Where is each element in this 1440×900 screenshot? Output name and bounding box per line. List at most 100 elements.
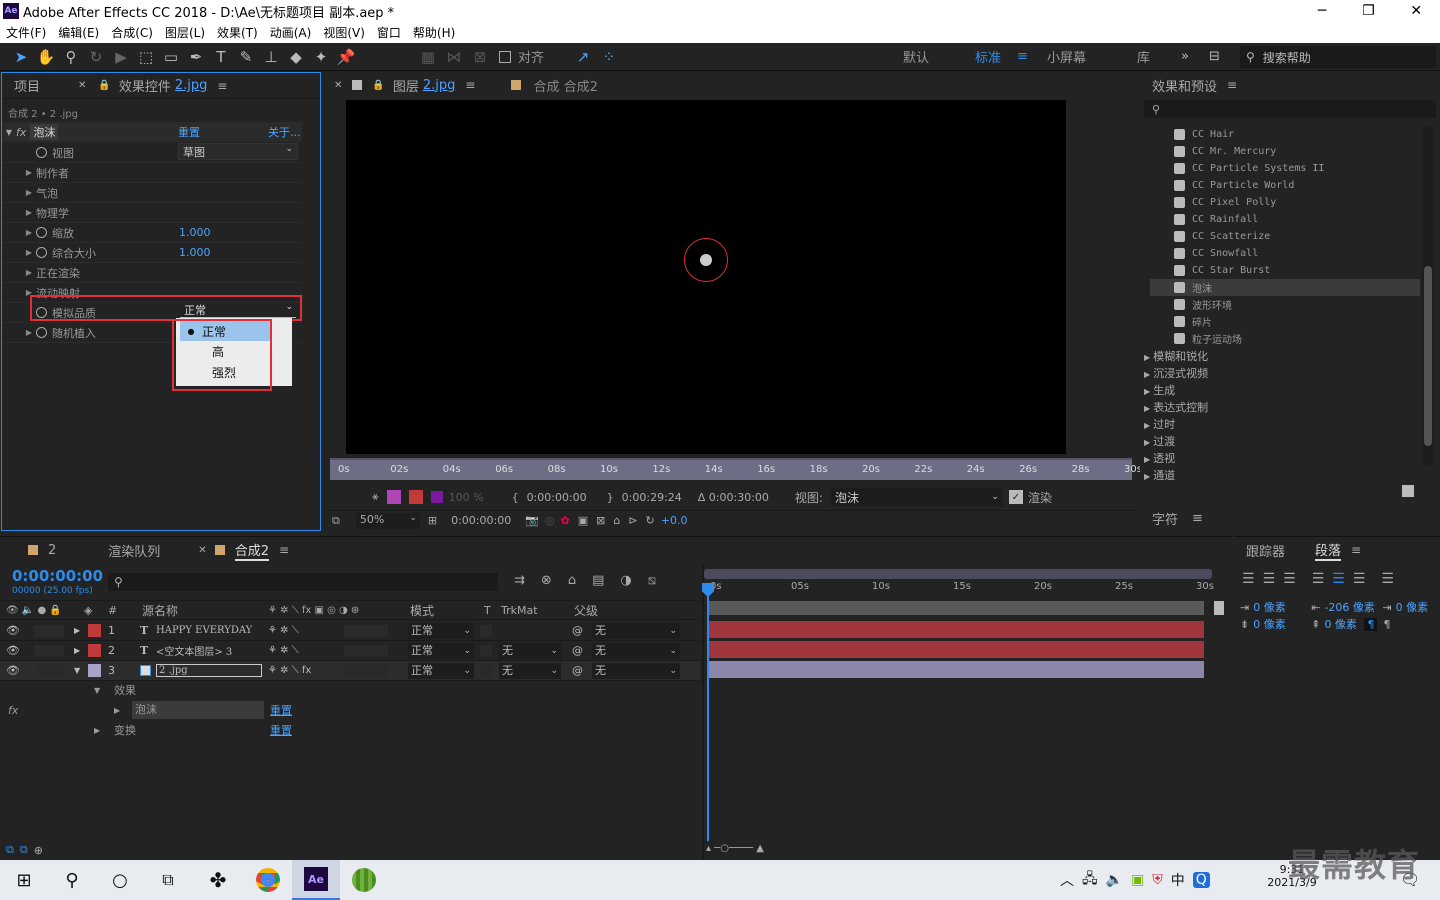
layer-switch-boxes[interactable] bbox=[34, 644, 64, 657]
bubble-emitter-center[interactable] bbox=[700, 254, 712, 266]
view-dropdown[interactable]: 草图 ⌄ bbox=[178, 143, 298, 160]
layer-switch-boxes[interactable] bbox=[34, 664, 64, 677]
effect-about-link[interactable]: 关于... bbox=[268, 124, 301, 140]
justify-center-icon[interactable]: ☰ bbox=[1332, 571, 1345, 587]
effect-preset-item[interactable]: 碎片 bbox=[1150, 313, 1420, 330]
panel-menu-icon[interactable]: ≡ bbox=[1192, 511, 1203, 526]
parent-dropdown[interactable]: 无 ⌄ bbox=[592, 662, 680, 679]
flowchart-icon[interactable]: ⊳ bbox=[628, 514, 637, 527]
pickwhip-icon[interactable]: @ bbox=[572, 664, 583, 677]
effect-preset-item[interactable]: CC Star Burst bbox=[1150, 262, 1420, 279]
header-trkmat[interactable]: TrkMat bbox=[501, 604, 538, 617]
type-tool-icon[interactable]: T bbox=[210, 46, 232, 68]
effect-category[interactable]: ▶ 通道 bbox=[1144, 467, 1175, 483]
lock-icon[interactable]: 🔒 bbox=[98, 80, 110, 91]
indent-first-value[interactable]: -206 像素 bbox=[1324, 599, 1382, 615]
effect-preset-item[interactable]: 波形环境 bbox=[1150, 296, 1420, 313]
header-source-name[interactable]: 源名称 bbox=[142, 602, 178, 619]
category-expand-icon[interactable]: ▶ bbox=[1144, 421, 1150, 430]
tab-layer-target[interactable]: 2.jpg bbox=[423, 78, 456, 93]
fx-icon[interactable]: fx bbox=[16, 126, 26, 139]
table-row[interactable]: 👁 ▶ 2 T <空文本图层> 3 ⚘ ✲ ⟍ 正常 ⌄ 无 ⌄ @ 无 ⌄ bbox=[0, 641, 700, 661]
effect-preset-item[interactable]: CC Hair bbox=[1150, 126, 1420, 143]
magnification-dropdown[interactable]: 50% ⌄ bbox=[355, 512, 420, 529]
prop-expand-icon[interactable]: ▶ bbox=[22, 328, 36, 337]
effect-preset-item[interactable]: 泡沫 bbox=[1150, 279, 1420, 296]
chrome-icon[interactable] bbox=[244, 868, 292, 892]
close-tab-icon[interactable]: ✕ bbox=[198, 545, 206, 556]
work-area-range[interactable] bbox=[708, 601, 1204, 615]
effect-category[interactable]: ▶ 透视 bbox=[1144, 450, 1175, 466]
effect-prop-row[interactable]: ▶ 物理学 bbox=[2, 203, 302, 223]
menu-effect[interactable]: 效果(T) bbox=[217, 24, 258, 41]
category-expand-icon[interactable]: ▶ bbox=[1144, 472, 1150, 481]
switches-icons[interactable]: ⚘ ✲ ⟍ bbox=[268, 625, 299, 636]
restore-icon[interactable]: ❐ bbox=[1362, 3, 1375, 19]
category-expand-icon[interactable]: ▶ bbox=[1144, 370, 1150, 379]
panel-menu-icon[interactable]: ≡ bbox=[1227, 78, 1237, 92]
effect-category[interactable]: ▶ 沉浸式视频 bbox=[1144, 365, 1208, 381]
rtl-direction-icon[interactable]: ¶ bbox=[1383, 618, 1390, 631]
effect-preset-item[interactable]: 粒子运动场 bbox=[1150, 330, 1420, 347]
qq-icon[interactable]: Q bbox=[1192, 872, 1210, 888]
parent-dropdown[interactable]: 无 ⌄ bbox=[592, 642, 680, 659]
snap-option2-icon[interactable]: ⁘ bbox=[598, 46, 620, 68]
effect-preset-item[interactable]: CC Rainfall bbox=[1150, 211, 1420, 228]
effect-category[interactable]: ▶ 过时 bbox=[1144, 416, 1175, 432]
opacity-swatch[interactable] bbox=[430, 491, 443, 503]
category-expand-icon[interactable]: ▶ bbox=[1144, 438, 1150, 447]
toggle-transfer-icon[interactable]: ⧉ bbox=[20, 843, 28, 857]
effect-row[interactable]: fx ▶ 泡沫 重置 bbox=[0, 700, 700, 720]
trkmat-dropdown[interactable]: 无 ⌄ bbox=[499, 662, 561, 679]
show-layer-icon[interactable] bbox=[386, 490, 401, 504]
label-color-swatch[interactable] bbox=[88, 624, 101, 637]
visibility-icon[interactable]: 👁 bbox=[6, 644, 20, 657]
clone-stamp-tool-icon[interactable]: ⊥ bbox=[260, 46, 282, 68]
effects-expand-icon[interactable]: ▼ bbox=[94, 686, 100, 695]
workspace-library[interactable]: 库 bbox=[1137, 47, 1181, 66]
minimize-icon[interactable]: ─ bbox=[1318, 3, 1326, 19]
puppet-pin-tool-icon[interactable]: 📌 bbox=[335, 46, 357, 68]
reset-exposure-icon[interactable]: ↻ bbox=[646, 514, 655, 527]
current-time-display[interactable]: 0:00:00:00 bbox=[451, 514, 511, 527]
prop-expand-icon[interactable]: ▶ bbox=[22, 268, 36, 277]
axis-mode2-icon[interactable]: ⋈ bbox=[443, 46, 465, 68]
prop-expand-icon[interactable]: ▶ bbox=[22, 188, 36, 197]
visibility-icon[interactable]: 👁 bbox=[6, 664, 20, 677]
layer-canvas[interactable] bbox=[346, 100, 1066, 454]
sync-settings-icon[interactable]: ⊟ bbox=[1209, 49, 1237, 64]
preserve-transparency-box[interactable] bbox=[480, 624, 492, 637]
effects-scrollbar[interactable] bbox=[1422, 126, 1434, 466]
workspace-default[interactable]: 默认 bbox=[903, 47, 975, 66]
effect-category[interactable]: ▶ 过渡 bbox=[1144, 433, 1175, 449]
switches-icons[interactable]: ⚘ ✲ ⟍ bbox=[268, 645, 299, 656]
effect-preset-item[interactable]: CC Particle Systems II bbox=[1150, 160, 1420, 177]
layer-switch-boxes[interactable] bbox=[34, 624, 64, 637]
effect-expand-icon[interactable]: ▶ bbox=[114, 706, 120, 715]
align-center-icon[interactable]: ☰ bbox=[1263, 571, 1276, 587]
hand-tool-icon[interactable]: ✋ bbox=[35, 46, 57, 68]
panel-menu-icon[interactable]: ≡ bbox=[217, 79, 227, 93]
indent-right-value[interactable]: 0 像素 bbox=[1396, 599, 1429, 615]
always-preview-icon[interactable]: ⧉ bbox=[332, 514, 340, 528]
snapshot-icon[interactable]: 📷 bbox=[525, 514, 539, 527]
menu-edit[interactable]: 编辑(E) bbox=[58, 24, 99, 41]
roi-icon[interactable]: ▣ bbox=[578, 514, 588, 527]
snap-option-icon[interactable]: ↗ bbox=[572, 46, 594, 68]
layer-expand-icon[interactable]: ▶ bbox=[74, 646, 80, 655]
zoom-slider[interactable]: ▴ ─○──── ▲ bbox=[706, 843, 806, 857]
layer-search-input[interactable]: ⚲ bbox=[108, 573, 498, 591]
tab-effect-controls-target[interactable]: 2.jpg bbox=[175, 78, 208, 93]
tab-render-queue[interactable]: 渲染队列 bbox=[108, 541, 160, 560]
space-after-value[interactable]: 0 像素 bbox=[1324, 616, 1364, 632]
menu-view[interactable]: 视图(V) bbox=[323, 24, 365, 41]
tab-tracker[interactable]: 跟踪器 bbox=[1246, 541, 1285, 560]
parent-dropdown[interactable]: 无 ⌄ bbox=[592, 622, 680, 639]
prop-expand-icon[interactable]: ▶ bbox=[22, 168, 36, 177]
switches-icons[interactable]: ⚘ ✲ ⟍ fx bbox=[268, 665, 311, 676]
mode-dropdown[interactable]: 正常 ⌄ bbox=[408, 642, 474, 659]
brush-tool-icon[interactable]: ✎ bbox=[235, 46, 257, 68]
menu-animation[interactable]: 动画(A) bbox=[270, 24, 312, 41]
workspace-more-icon[interactable]: » bbox=[1181, 49, 1209, 64]
switch-boxes[interactable] bbox=[344, 624, 388, 637]
